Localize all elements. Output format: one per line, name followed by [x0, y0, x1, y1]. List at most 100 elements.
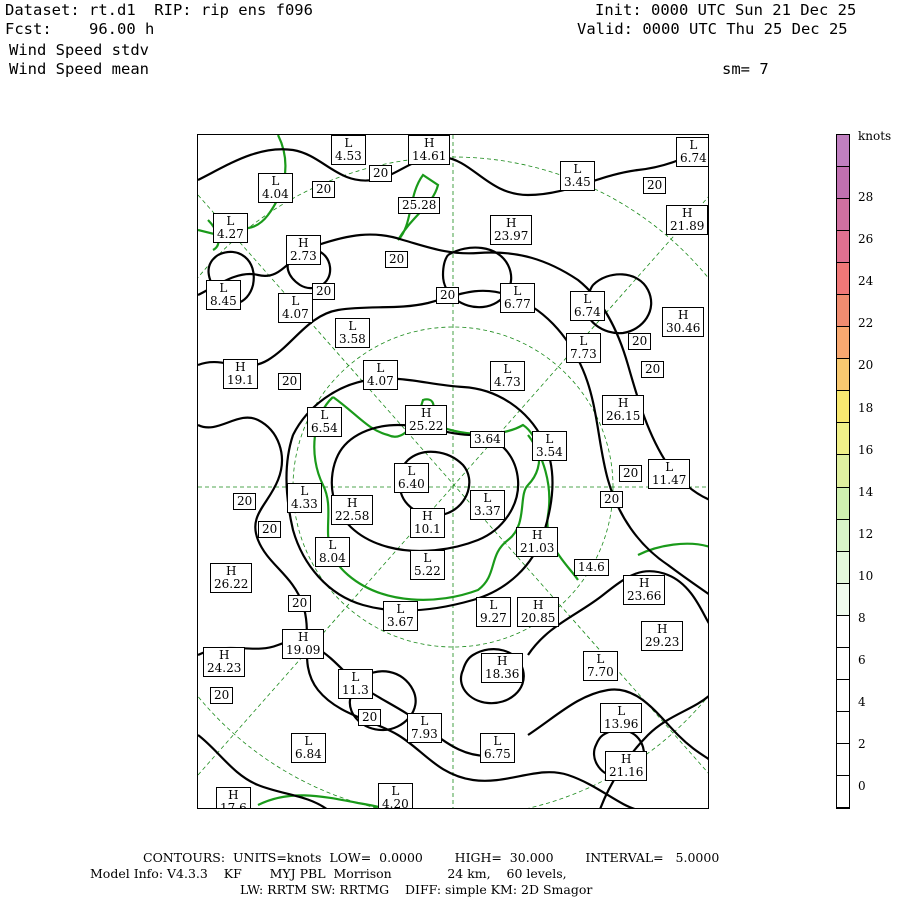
- legend-color-box: [837, 775, 849, 808]
- low-label: L 3.54: [532, 431, 567, 461]
- high-label: H 21.89: [666, 205, 708, 235]
- contour-value-label: 20: [643, 177, 667, 194]
- high-label: H 21.16: [605, 751, 648, 781]
- high-label: H 25.22: [405, 405, 448, 435]
- low-label: L 6.84: [291, 733, 326, 763]
- legend-tick-label: 22: [858, 316, 874, 331]
- low-label: L 4.73: [490, 361, 525, 391]
- high-label: H 29.23: [641, 621, 684, 651]
- legend-tick-label: 14: [858, 484, 874, 499]
- low-label: L 4.04: [258, 173, 293, 203]
- contour-value-label: 20: [288, 595, 312, 612]
- low-label: L 8.45: [206, 280, 241, 310]
- low-label: L 11.47: [648, 459, 691, 489]
- legend-color-box: [837, 295, 849, 328]
- legend-color-box: [837, 711, 849, 744]
- legend-tick-label: 26: [858, 232, 874, 247]
- low-label: L 11.3: [338, 669, 373, 699]
- legend-color-box: [837, 263, 849, 296]
- legend-color-box: [837, 167, 849, 200]
- low-label: L 6.74: [570, 291, 605, 321]
- low-label: L 9.27: [476, 597, 511, 627]
- legend-tick-label: 16: [858, 442, 874, 457]
- legend-tick-label: 24: [858, 274, 874, 289]
- smoothing-label: sm= 7: [722, 60, 769, 78]
- high-label: H 24.23: [203, 647, 246, 677]
- low-label: L 4.07: [278, 293, 313, 323]
- legend-tick-label: 6: [858, 653, 866, 668]
- field-stdv-label: Wind Speed stdv: [9, 41, 149, 59]
- contour-value-label: 20: [358, 709, 382, 726]
- high-label: H 10.1: [410, 508, 445, 538]
- legend-color-box: [837, 519, 849, 552]
- low-label: L 6.54: [307, 407, 342, 437]
- high-label: H 26.22: [210, 563, 253, 593]
- low-label: L 6.77: [500, 283, 535, 313]
- legend-tick-label: 4: [858, 695, 866, 710]
- contour-value-label: 20: [258, 521, 282, 538]
- legend-tick-label: 10: [858, 568, 874, 583]
- dataset-line: Dataset: rt.d1 RIP: rip ens f096: [5, 1, 313, 19]
- contour-value-label: 14.6: [574, 559, 609, 576]
- legend-color-box: [837, 423, 849, 456]
- contour-value-label: 20: [600, 491, 624, 508]
- high-label: H 23.97: [490, 215, 533, 245]
- init-time: Init: 0000 UTC Sun 21 Dec 25: [595, 1, 857, 19]
- contour-value-label: 20: [628, 333, 652, 350]
- low-label: L 3.45: [560, 161, 595, 191]
- contour-value-label: 20: [385, 251, 409, 268]
- low-label: L 4.53: [331, 135, 366, 165]
- contour-value-label: 20: [436, 287, 460, 304]
- legend-tick-label: 8: [858, 611, 866, 625]
- legend-tick-label: 28: [858, 190, 874, 204]
- low-label: L 5.22: [410, 550, 445, 580]
- low-label: L 4.07: [363, 360, 398, 390]
- high-label: H 14.61: [408, 135, 451, 165]
- field-mean-label: Wind Speed mean: [9, 60, 149, 78]
- low-label: L 13.96: [600, 703, 643, 733]
- low-label: L 7.93: [407, 713, 442, 743]
- legend-color-box: [837, 231, 849, 264]
- legend-color-box: [837, 583, 849, 616]
- low-label: L 4.27: [213, 213, 248, 243]
- legend-color-box: [837, 455, 849, 488]
- low-label: L 6.74: [676, 137, 708, 167]
- high-label: H 2.73: [286, 235, 321, 265]
- low-label: L 7.70: [583, 651, 618, 681]
- contour-value-label: 25.28: [398, 197, 441, 214]
- contour-value-label: 20: [278, 373, 302, 390]
- legend-color-box: [837, 199, 849, 232]
- legend-tick-label: 20: [858, 358, 874, 373]
- high-label: H 23.66: [623, 575, 666, 605]
- legend-color-box: [837, 615, 849, 648]
- physics-info: LW: RRTM SW: RRTMG DIFF: simple KM: 2D S…: [240, 882, 593, 897]
- contour-value-label: 20: [312, 181, 336, 198]
- high-label: H 22.58: [331, 495, 374, 525]
- high-label: H 19.1: [223, 359, 258, 389]
- legend-units: knots: [858, 129, 892, 143]
- legend-tick-label: 2: [858, 737, 866, 752]
- low-label: L 6.75: [480, 733, 515, 763]
- model-info: Model Info: V4.3.3 KF MYJ PBL Morrison 2…: [90, 866, 567, 881]
- legend-color-box: [837, 551, 849, 584]
- legend-tick-label: 12: [858, 526, 874, 541]
- high-label: H 18.36: [481, 653, 524, 683]
- contour-info: CONTOURS: UNITS=knots LOW= 0.0000 HIGH= …: [143, 850, 720, 865]
- low-label: L 3.58: [335, 318, 370, 348]
- high-label: H 20.85: [517, 597, 560, 627]
- valid-time: Valid: 0000 UTC Thu 25 Dec 25: [577, 20, 848, 38]
- contour-value-label: 20: [312, 283, 336, 300]
- legend-color-box: [837, 679, 849, 712]
- legend-color-box: [837, 391, 849, 424]
- map-panel: L 4.53 H 14.61 L 6.74 L 4.04 20 20 L 3.45 20 L 4…: [197, 134, 709, 809]
- high-label: H 30.46: [662, 307, 705, 337]
- contour-value-label: 20: [233, 493, 257, 510]
- legend-color-box: [837, 743, 849, 776]
- low-label: L 8.04: [315, 537, 350, 567]
- contour-value-label: 20: [619, 465, 643, 482]
- low-label: L 3.37: [470, 490, 505, 520]
- low-label: L 3.67: [383, 601, 418, 631]
- low-label: L 7.73: [566, 333, 601, 363]
- legend-color-box: [837, 359, 849, 392]
- low-label: L 6.40: [394, 463, 429, 493]
